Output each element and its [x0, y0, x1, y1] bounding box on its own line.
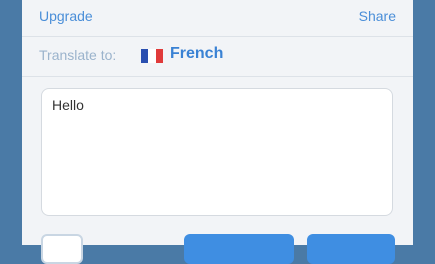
- target-language-selector[interactable]: Translate to: French: [22, 36, 413, 77]
- top-bar: Upgrade Share: [22, 0, 413, 37]
- target-language-name[interactable]: French: [170, 45, 223, 63]
- source-text-value: Hello: [52, 97, 84, 113]
- share-link[interactable]: Share: [359, 8, 396, 24]
- translate-to-label: Translate to:: [39, 47, 117, 63]
- french-flag-icon: [141, 49, 163, 63]
- translator-panel: Upgrade Share Translate to: French Hello: [22, 0, 413, 264]
- primary-action-button[interactable]: [184, 234, 294, 264]
- source-text-input[interactable]: Hello: [41, 88, 393, 216]
- upgrade-link[interactable]: Upgrade: [39, 8, 93, 24]
- secondary-primary-button[interactable]: [307, 234, 395, 264]
- secondary-action-button[interactable]: [41, 234, 83, 264]
